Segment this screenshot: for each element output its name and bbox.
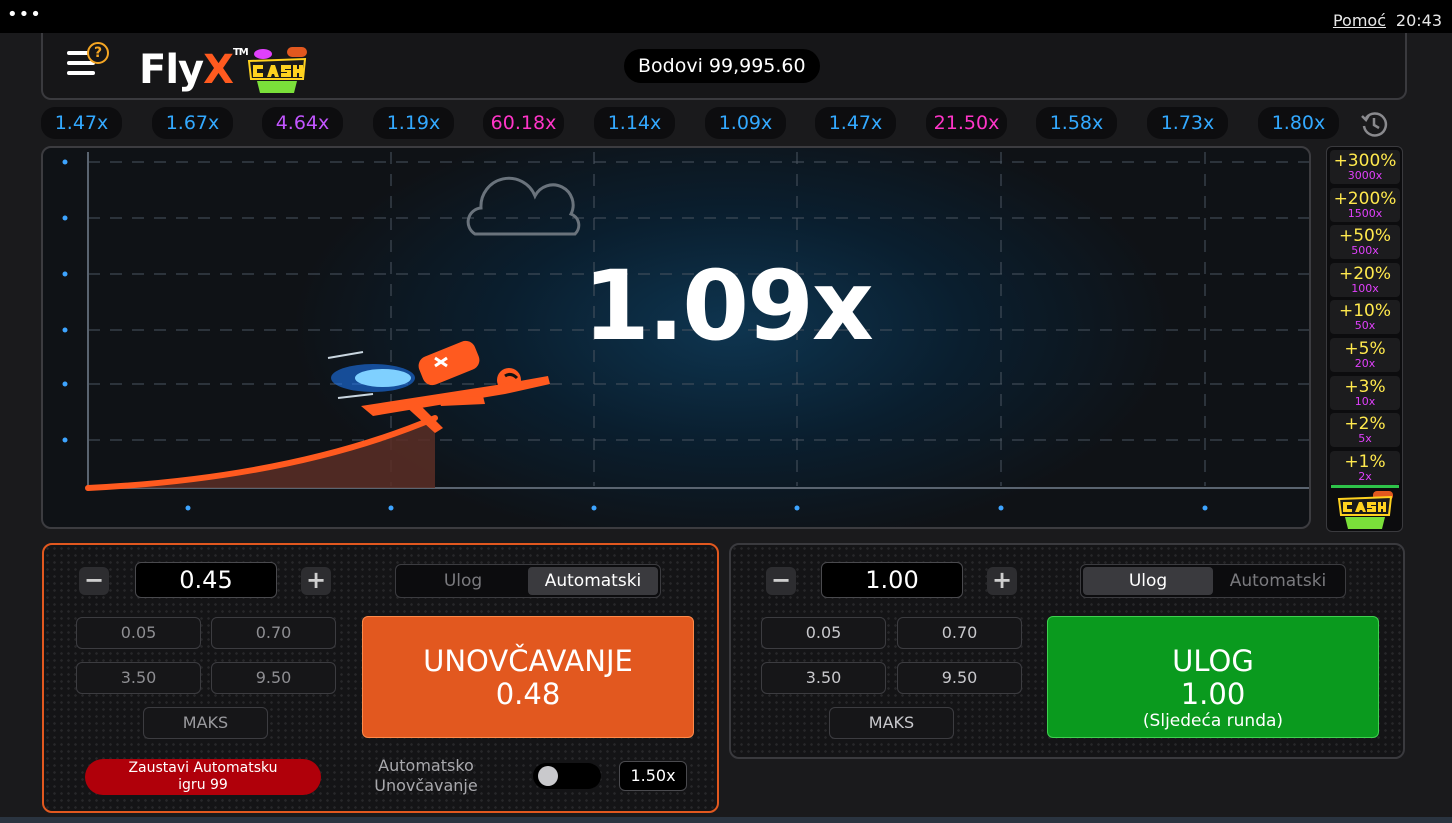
ladder-rung: +2% 5x [1330,413,1400,448]
cashout-button[interactable]: UNOVČAVANJE 0.48 [362,616,694,738]
balance-display: Bodovi 99,995.60 [624,49,820,83]
ladder-multiplier: 3000x [1347,169,1383,182]
ladder-multiplier: 500x [1351,244,1379,258]
history-multiplier[interactable]: 1.73x [1147,107,1228,139]
ladder-rung: +50% 500x [1330,225,1400,260]
system-bar: ••• Pomoć 20:43 [0,0,1452,33]
history-multiplier[interactable]: 1.80x [1258,107,1339,139]
game-canvas: 1.09x [41,146,1311,529]
decrease-bet-button[interactable]: − [79,567,109,595]
ladder-multiplier: 50x [1354,319,1376,333]
history-multiplier[interactable]: 4.64x [262,107,343,139]
tab-auto[interactable]: Automatski [528,567,658,595]
quick-amount-button[interactable]: 9.50 [897,662,1022,694]
cash-turbo-logo-icon [247,47,307,93]
ladder-rung: +5% 20x [1330,338,1400,372]
quick-amount-button[interactable]: 3.50 [761,662,886,694]
multiplier-history: 1.47x 1.67x 4.64x 1.19x 60.18x 1.14x 1.09x 1.47… [41,107,1411,139]
mode-toggle: Ulog Automatski [1080,564,1346,598]
mode-toggle: Ulog Automatski [395,564,661,598]
ladder-rung: +20% 100x [1330,262,1400,297]
history-multiplier[interactable]: 60.18x [483,107,564,139]
ladder-bonus-percent: +10% [1338,301,1392,322]
bet-panel-left: − 0.45 + 0.05 0.70 3.50 9.50 MAKS Ulog A… [42,543,719,813]
history-multiplier[interactable]: 1.58x [1036,107,1117,139]
ladder-multiplier: 20x [1354,357,1376,370]
decrease-bet-button[interactable]: − [766,567,796,595]
history-multiplier[interactable]: 1.47x [815,107,896,139]
clock: 20:43 [1395,11,1442,30]
quick-amount-button[interactable]: 0.05 [76,617,201,649]
bet-amount-input[interactable]: 1.00 [821,562,963,598]
history-multiplier[interactable]: 1.09x [705,107,786,139]
quick-amount-button[interactable]: 0.70 [897,617,1022,649]
quick-amount-button[interactable]: 0.70 [211,617,336,649]
flyx-logo: FlyXTM [139,47,249,93]
ladder-bonus-percent: +200% [1333,188,1397,209]
increase-bet-button[interactable]: + [301,567,331,595]
max-bet-button[interactable]: MAKS [143,707,268,739]
history-multiplier[interactable]: 1.67x [152,107,233,139]
history-multiplier[interactable]: 1.19x [373,107,454,139]
cash-turbo-badge-icon [1331,485,1399,529]
increase-bet-button[interactable]: + [987,567,1017,595]
bonus-ladder: +300% 3000x +200% 1500x +50% 500x +20% 100x +10%… [1326,146,1403,532]
ladder-bonus-percent: +20% [1338,263,1392,284]
history-multiplier[interactable]: 21.50x [926,107,1007,139]
history-clock-icon[interactable] [1360,110,1388,138]
history-multiplier[interactable]: 1.47x [41,107,122,139]
stop-autoplay-button[interactable]: Zaustavi Automatsku igru 99 [85,759,321,795]
ladder-bonus-percent: +5% [1344,339,1386,359]
history-multiplier[interactable]: 1.14x [594,107,675,139]
ladder-bonus-percent: +2% [1344,414,1386,435]
ladder-multiplier: 2x [1358,469,1372,483]
bet-amount-input[interactable]: 0.45 [135,562,277,598]
tab-auto[interactable]: Automatski [1213,567,1343,595]
ladder-bonus-percent: +50% [1338,226,1392,247]
more-dots-icon[interactable]: ••• [7,4,42,25]
question-icon[interactable]: ? [87,42,109,64]
auto-cashout-input[interactable]: 1.50x [619,761,687,791]
ladder-multiplier: 10x [1354,394,1376,408]
tab-bet[interactable]: Ulog [398,567,528,595]
ladder-rung: +3% 10x [1330,375,1400,410]
ladder-bonus-percent: +300% [1333,151,1397,171]
game-header: ? FlyXTM Bodovi 99,995.60 [41,33,1407,100]
current-multiplier: 1.09x [583,250,874,362]
bet-panel-right: − 1.00 + 0.05 0.70 3.50 9.50 MAKS Ulog A… [729,543,1405,759]
rocket-flame-icon [327,351,415,399]
ladder-rung: +10% 50x [1330,300,1400,335]
help-link[interactable]: Pomoć [1333,11,1386,30]
ladder-bonus-percent: +3% [1344,376,1386,397]
ladder-bonus-percent: +1% [1344,451,1386,472]
auto-cashout-label: Automatsko Unovčavanje [374,756,478,795]
quick-amount-button[interactable]: 0.05 [761,617,886,649]
ladder-rung: +300% 3000x [1330,150,1400,184]
auto-cashout-toggle[interactable] [533,763,601,789]
tab-bet[interactable]: Ulog [1083,567,1213,595]
ladder-rung: +200% 1500x [1330,187,1400,222]
ladder-multiplier: 1500x [1347,206,1383,220]
quick-amount-button[interactable]: 3.50 [76,662,201,694]
cloud-icon [466,176,581,236]
ladder-rung: +1% 2x [1330,450,1400,485]
ladder-multiplier: 100x [1351,281,1379,295]
bottom-strip [0,817,1452,823]
place-bet-button[interactable]: ULOG 1.00 (Sljedeća runda) [1047,616,1379,738]
ladder-multiplier: 5x [1358,432,1372,446]
max-bet-button[interactable]: MAKS [829,707,954,739]
quick-amount-button[interactable]: 9.50 [211,662,336,694]
